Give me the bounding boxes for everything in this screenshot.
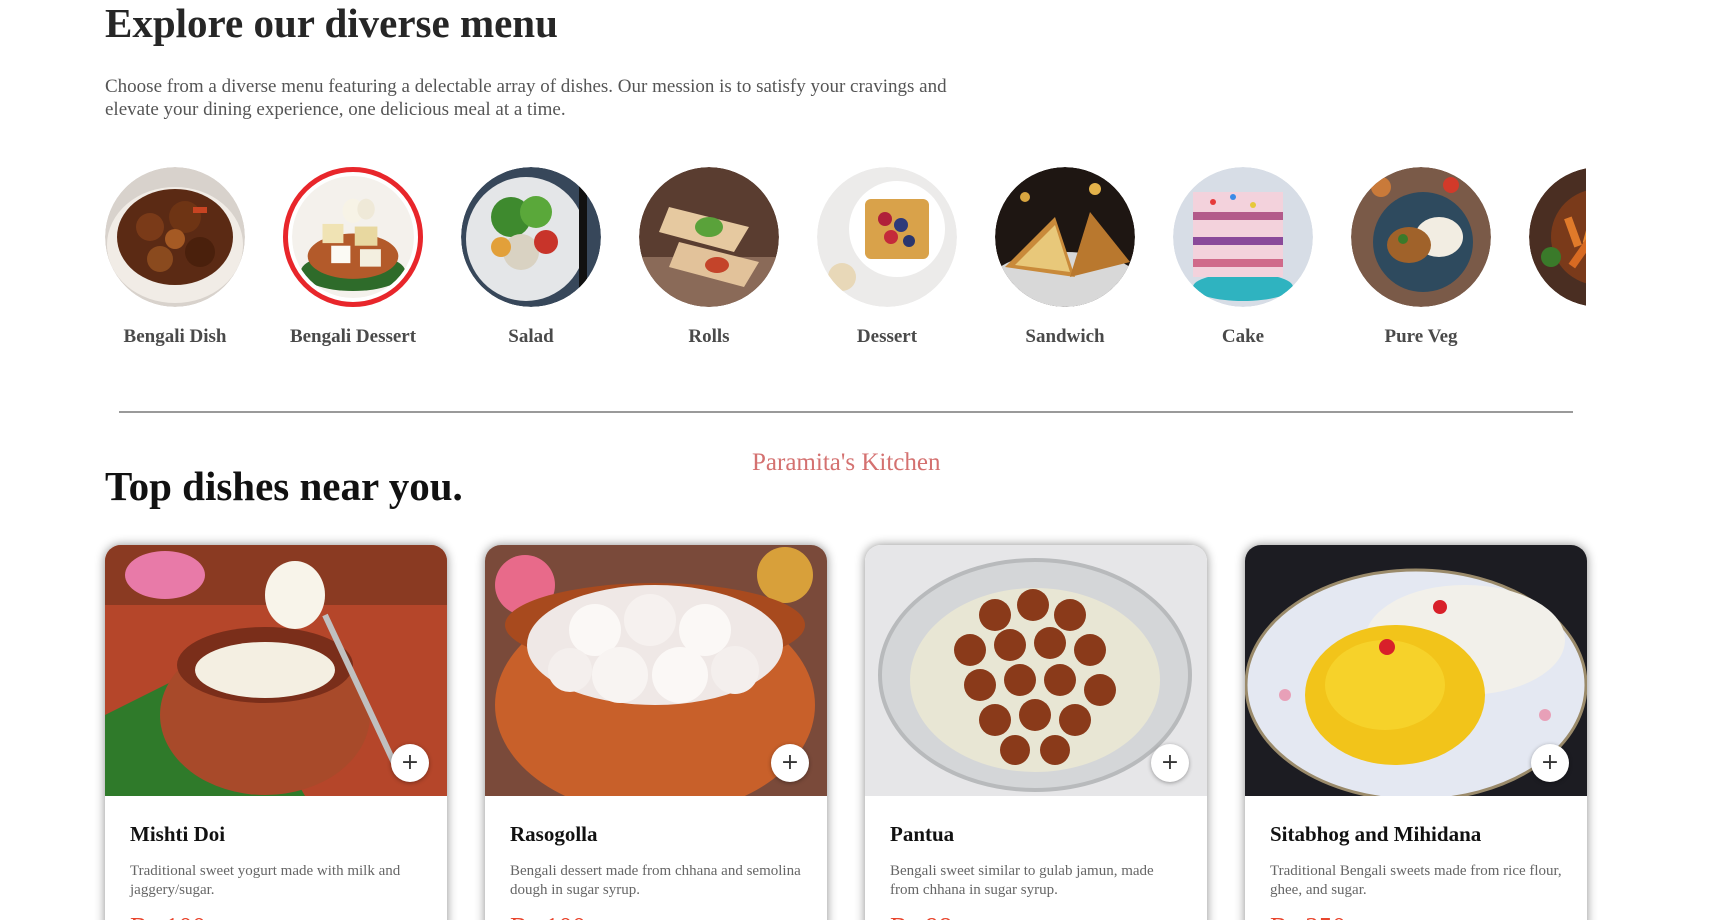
menu-item-label: Dessert <box>856 326 918 347</box>
rolls-image[interactable] <box>639 167 779 307</box>
pasta-image[interactable] <box>1529 167 1586 307</box>
bengali-dish-image[interactable] <box>105 167 245 307</box>
menu-item-label: Bengali Dessert <box>289 326 417 347</box>
menu-item-bengali-dessert[interactable]: Bengali Dessert <box>264 167 442 348</box>
add-to-cart-plus-icon[interactable]: + <box>771 744 809 782</box>
dish-name: Mishti Doi <box>130 822 226 846</box>
add-to-cart-plus-icon[interactable]: + <box>1531 744 1569 782</box>
menu-item-bengali-dish[interactable]: Bengali Dish <box>105 167 264 348</box>
top-dishes-title: Top dishes near you. <box>105 463 463 509</box>
menu-item-cake[interactable]: Cake <box>1154 167 1332 348</box>
dish-card-rasogolla[interactable]: + Rasogolla Bengali dessert made from ch… <box>485 545 827 920</box>
menu-item-salad[interactable]: Salad <box>442 167 620 348</box>
dish-price: Rs.100 <box>510 912 802 920</box>
menu-item-label: Pure Veg <box>1384 326 1458 347</box>
menu-item-label: Bengali Dish <box>123 326 227 347</box>
card-body: Sitabhog and Mihidana Traditional Bengal… <box>1245 796 1587 920</box>
dish-card-sitabhog-mihidana[interactable]: + Sitabhog and Mihidana Traditional Beng… <box>1245 545 1587 920</box>
menu-category-list[interactable]: Bengali Dish Bengali Dessert Salad Rolls… <box>105 167 1586 357</box>
page: Explore our diverse menu Choose from a d… <box>0 0 1732 920</box>
dish-description: Bengali dessert made from chhana and sem… <box>510 863 801 898</box>
menu-item-label: P <box>1510 326 1586 348</box>
card-body: Pantua Bengali sweet similar to gulab ja… <box>865 796 1207 920</box>
add-to-cart-plus-icon[interactable]: + <box>1151 744 1189 782</box>
cake-image[interactable] <box>1173 167 1313 307</box>
dish-description: Traditional Bengali sweets made from ric… <box>1270 863 1562 898</box>
menu-item-sandwich[interactable]: Sandwich <box>976 167 1154 348</box>
bengali-dessert-image[interactable] <box>283 167 423 307</box>
card-body: Rasogolla Bengali dessert made from chha… <box>485 796 827 920</box>
dish-name: Pantua <box>890 822 955 846</box>
menu-item-label: Salad <box>508 326 554 347</box>
menu-item-label: Sandwich <box>1025 326 1105 347</box>
pure-veg-image[interactable] <box>1351 167 1491 307</box>
menu-item-label: Cake <box>1221 326 1265 347</box>
dish-name: Sitabhog and Mihidana <box>1270 822 1482 846</box>
sandwich-image[interactable] <box>995 167 1135 307</box>
explore-title: Explore our diverse menu <box>105 0 558 46</box>
pantua-image: + <box>865 545 1207 796</box>
dish-card-mishti-doi[interactable]: + Mishti Doi Traditional sweet yogurt ma… <box>105 545 447 920</box>
sitabhog-mihidana-image: + <box>1245 545 1587 796</box>
rasogolla-image: + <box>485 545 827 796</box>
menu-item-label: Rolls <box>688 326 730 347</box>
dish-description: Bengali sweet similar to gulab jamun, ma… <box>890 863 1154 898</box>
menu-item-pure-veg[interactable]: Pure Veg <box>1332 167 1510 348</box>
dish-price: Rs.100 <box>130 912 422 920</box>
kitchen-name: Paramita's Kitchen <box>752 449 941 476</box>
dish-name: Rasogolla <box>510 822 598 846</box>
salad-image[interactable] <box>461 167 601 307</box>
explore-description: Choose from a diverse menu featuring a d… <box>105 76 947 120</box>
dish-price: Rs.250 <box>1270 912 1562 920</box>
dish-card-pantua[interactable]: + Pantua Bengali sweet similar to gulab … <box>865 545 1207 920</box>
section-divider <box>119 411 1573 413</box>
dish-description: Traditional sweet yogurt made with milk … <box>130 863 401 898</box>
add-to-cart-plus-icon[interactable]: + <box>391 744 429 782</box>
dessert-image[interactable] <box>817 167 957 307</box>
menu-item-partial[interactable]: P <box>1510 167 1586 348</box>
mishti-doi-image: + <box>105 545 447 796</box>
menu-item-rolls[interactable]: Rolls <box>620 167 798 348</box>
dish-price: Rs.98 <box>890 912 1182 920</box>
card-body: Mishti Doi Traditional sweet yogurt made… <box>105 796 447 920</box>
menu-item-dessert[interactable]: Dessert <box>798 167 976 348</box>
explore-menu-section: Explore our diverse menu Choose from a d… <box>105 0 1585 121</box>
